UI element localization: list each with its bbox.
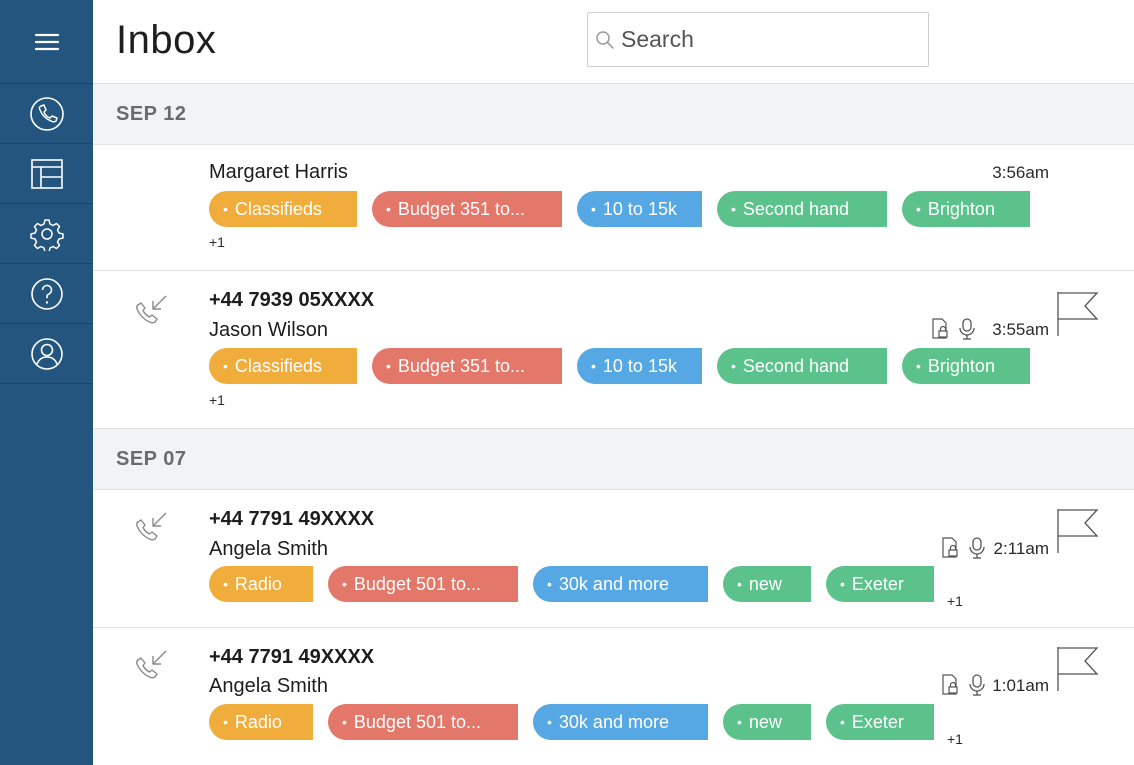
help-nav-button[interactable]	[0, 264, 93, 324]
tag[interactable]: • Brighton	[902, 348, 1030, 384]
microphone-lock-icon	[958, 318, 976, 340]
more-tags-count[interactable]: +1	[947, 593, 963, 609]
tag[interactable]: • Exeter	[826, 704, 934, 740]
flag-icon[interactable]	[1057, 646, 1099, 692]
more-tags-count[interactable]: +1	[209, 234, 225, 250]
tag[interactable]: • 10 to 15k	[577, 348, 702, 384]
call-time: 2:11am	[993, 539, 1049, 558]
phone-number: +44 7791 49XXXX	[209, 508, 375, 530]
contact-name: Angela Smith	[209, 538, 328, 560]
search-input[interactable]	[621, 26, 911, 53]
contact-name: Margaret Harris	[209, 161, 348, 183]
account-nav-button[interactable]	[0, 324, 93, 384]
more-tags-count[interactable]: +1	[209, 392, 225, 408]
tag[interactable]: • Budget 351 to...	[372, 348, 562, 384]
tag[interactable]: • new	[723, 704, 811, 740]
tag-list: • Radio • Budget 501 to... • 30k and more •…	[209, 566, 949, 602]
tag[interactable]: • 30k and more	[533, 566, 708, 602]
call-meta-icons	[940, 674, 994, 696]
page-title: Inbox	[116, 18, 217, 62]
tag-list: • Classifieds • Budget 351 to... • 10 to 15…	[209, 191, 1045, 227]
settings-nav-button[interactable]	[0, 204, 93, 264]
flag-icon[interactable]	[1057, 291, 1099, 337]
call-meta-icons	[940, 537, 994, 559]
contact-name: Jason Wilson	[209, 319, 328, 341]
layout-icon	[30, 158, 63, 189]
tag[interactable]: • Budget 501 to...	[328, 704, 518, 740]
call-time: 3:55am	[992, 320, 1049, 339]
phone-number: +44 7791 49XXXX	[209, 646, 375, 668]
layout-nav-button[interactable]	[0, 144, 93, 204]
tag[interactable]: • 10 to 15k	[577, 191, 702, 227]
tag[interactable]: • Exeter	[826, 566, 934, 602]
list-item[interactable]: +44 7791 49XXXX Angela Smith 1:01am • Rad…	[93, 628, 1134, 765]
phone-icon	[29, 96, 64, 131]
tag-list: • Classifieds • Budget 351 to... • 10 to 15…	[209, 348, 1045, 384]
more-tags-count[interactable]: +1	[947, 731, 963, 747]
search-box[interactable]	[587, 12, 929, 67]
date-header: SEP 12	[93, 84, 1134, 145]
tag-list: • Radio • Budget 501 to... • 30k and more •…	[209, 704, 949, 740]
inbox-list: SEP 12 Margaret Harris 3:56am • Classifie…	[93, 84, 1134, 765]
list-item[interactable]: +44 7939 05XXXX Jason Wilson 3:55am • Cla…	[93, 271, 1134, 429]
call-meta-icons	[930, 318, 984, 340]
header: Inbox	[93, 0, 1134, 84]
search-icon	[595, 30, 615, 50]
menu-button[interactable]	[0, 0, 93, 84]
help-icon	[30, 277, 63, 310]
user-icon	[30, 337, 63, 370]
sidebar	[0, 0, 93, 765]
list-item[interactable]: +44 7791 49XXXX Angela Smith 2:11am • Rad…	[93, 490, 1134, 628]
phone-number: +44 7939 05XXXX	[209, 289, 375, 311]
flag-icon[interactable]	[1057, 508, 1099, 554]
tag[interactable]: • Budget 351 to...	[372, 191, 562, 227]
incoming-call-icon	[136, 295, 167, 324]
calls-nav-button[interactable]	[0, 84, 93, 144]
document-lock-icon	[940, 537, 960, 559]
tag[interactable]: • Classifieds	[209, 348, 357, 384]
tag[interactable]: • Brighton	[902, 191, 1030, 227]
document-lock-icon	[940, 674, 960, 696]
tag[interactable]: • 30k and more	[533, 704, 708, 740]
tag[interactable]: • Radio	[209, 566, 313, 602]
incoming-call-icon	[136, 650, 167, 679]
contact-name: Angela Smith	[209, 675, 328, 697]
tag[interactable]: • Budget 501 to...	[328, 566, 518, 602]
tag[interactable]: • new	[723, 566, 811, 602]
call-time: 3:56am	[992, 163, 1049, 182]
tag[interactable]: • Second hand	[717, 191, 887, 227]
menu-icon	[34, 33, 59, 50]
gear-icon	[29, 218, 64, 251]
tag[interactable]: • Classifieds	[209, 191, 357, 227]
incoming-call-icon	[136, 512, 167, 541]
call-time: 1:01am	[992, 676, 1049, 695]
microphone-lock-icon	[968, 674, 986, 696]
tag[interactable]: • Radio	[209, 704, 313, 740]
date-header: SEP 07	[93, 429, 1134, 490]
document-lock-icon	[930, 318, 950, 340]
tag[interactable]: • Second hand	[717, 348, 887, 384]
list-item[interactable]: Margaret Harris 3:56am • Classifieds • Bud…	[93, 145, 1134, 271]
microphone-lock-icon	[968, 537, 986, 559]
